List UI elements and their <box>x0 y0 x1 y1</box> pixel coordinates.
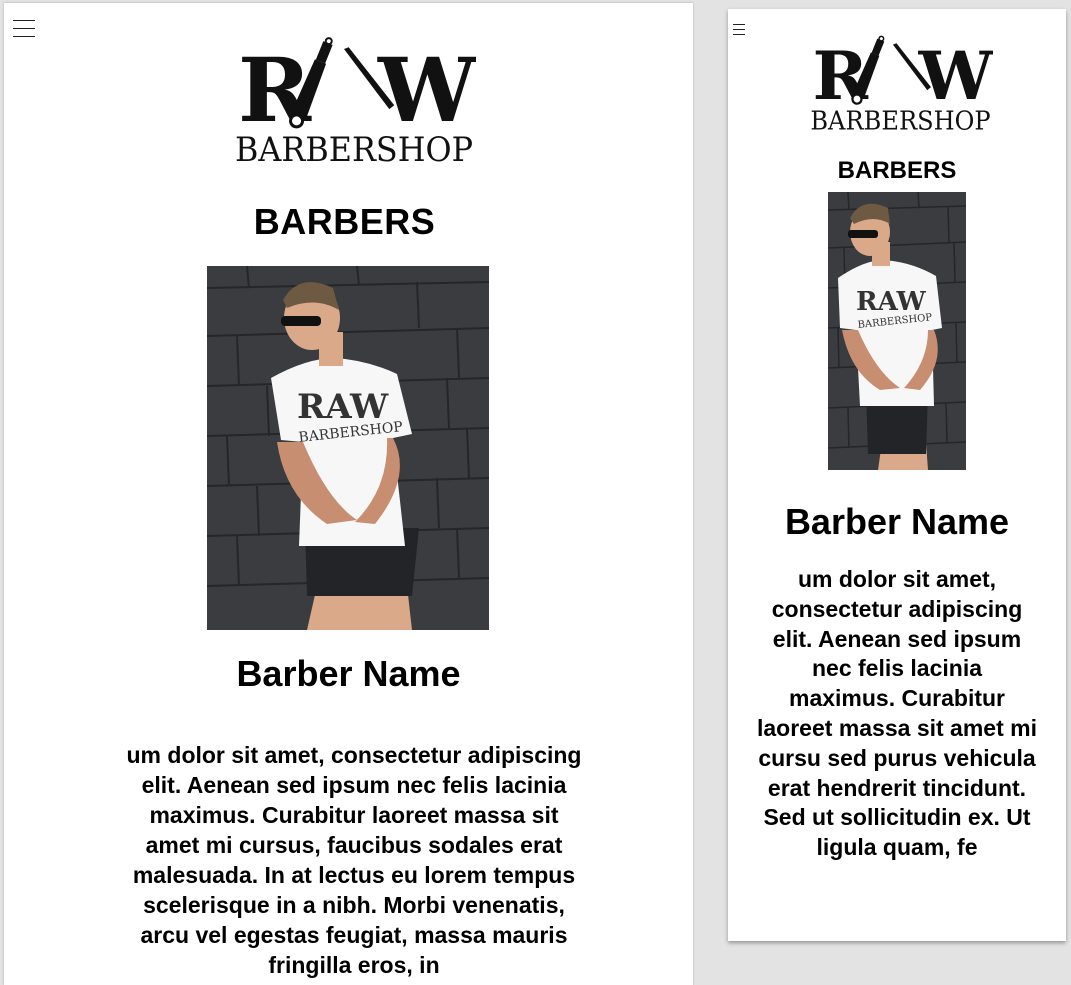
hamburger-menu-icon[interactable] <box>13 17 35 41</box>
section-title: BARBERS <box>253 201 436 242</box>
barber-photo: RAW BARBERSHOP <box>207 266 489 630</box>
logo-graphic: R W BARBERSHOP <box>235 37 476 167</box>
logo-graphic: R W BARBERSHOP <box>810 35 993 134</box>
logo-sub-text: BARBERSHOP <box>235 130 473 167</box>
logo-letter-w: W <box>377 38 476 142</box>
large-page-frame: R W BARBERSHOP BARBERS RAW BARBERSHOP Ba… <box>4 3 693 985</box>
barber-name: Barber Name <box>784 501 1010 542</box>
barber-photo: RAW BARBERSHOP <box>828 192 966 470</box>
barber-bio: um dolor sit amet, consectetur adipiscin… <box>126 742 582 978</box>
svg-text:RAW: RAW <box>856 287 926 317</box>
raw-barbershop-logo[interactable]: R W BARBERSHOP <box>232 35 476 167</box>
section-title: BARBERS <box>837 157 957 184</box>
barber-bio: um dolor sit amet, consectetur adipiscin… <box>757 566 1037 861</box>
svg-text:W: W <box>918 36 993 115</box>
barber-name: Barber Name <box>236 653 461 694</box>
hamburger-menu-icon[interactable] <box>733 22 745 36</box>
small-page-frame: R W BARBERSHOP BARBERS RAW BARBERSHOP Ba… <box>728 9 1066 941</box>
raw-barbershop-logo[interactable]: R W BARBERSHOP <box>808 34 993 134</box>
svg-text:BARBERSHOP: BARBERSHOP <box>810 106 990 134</box>
